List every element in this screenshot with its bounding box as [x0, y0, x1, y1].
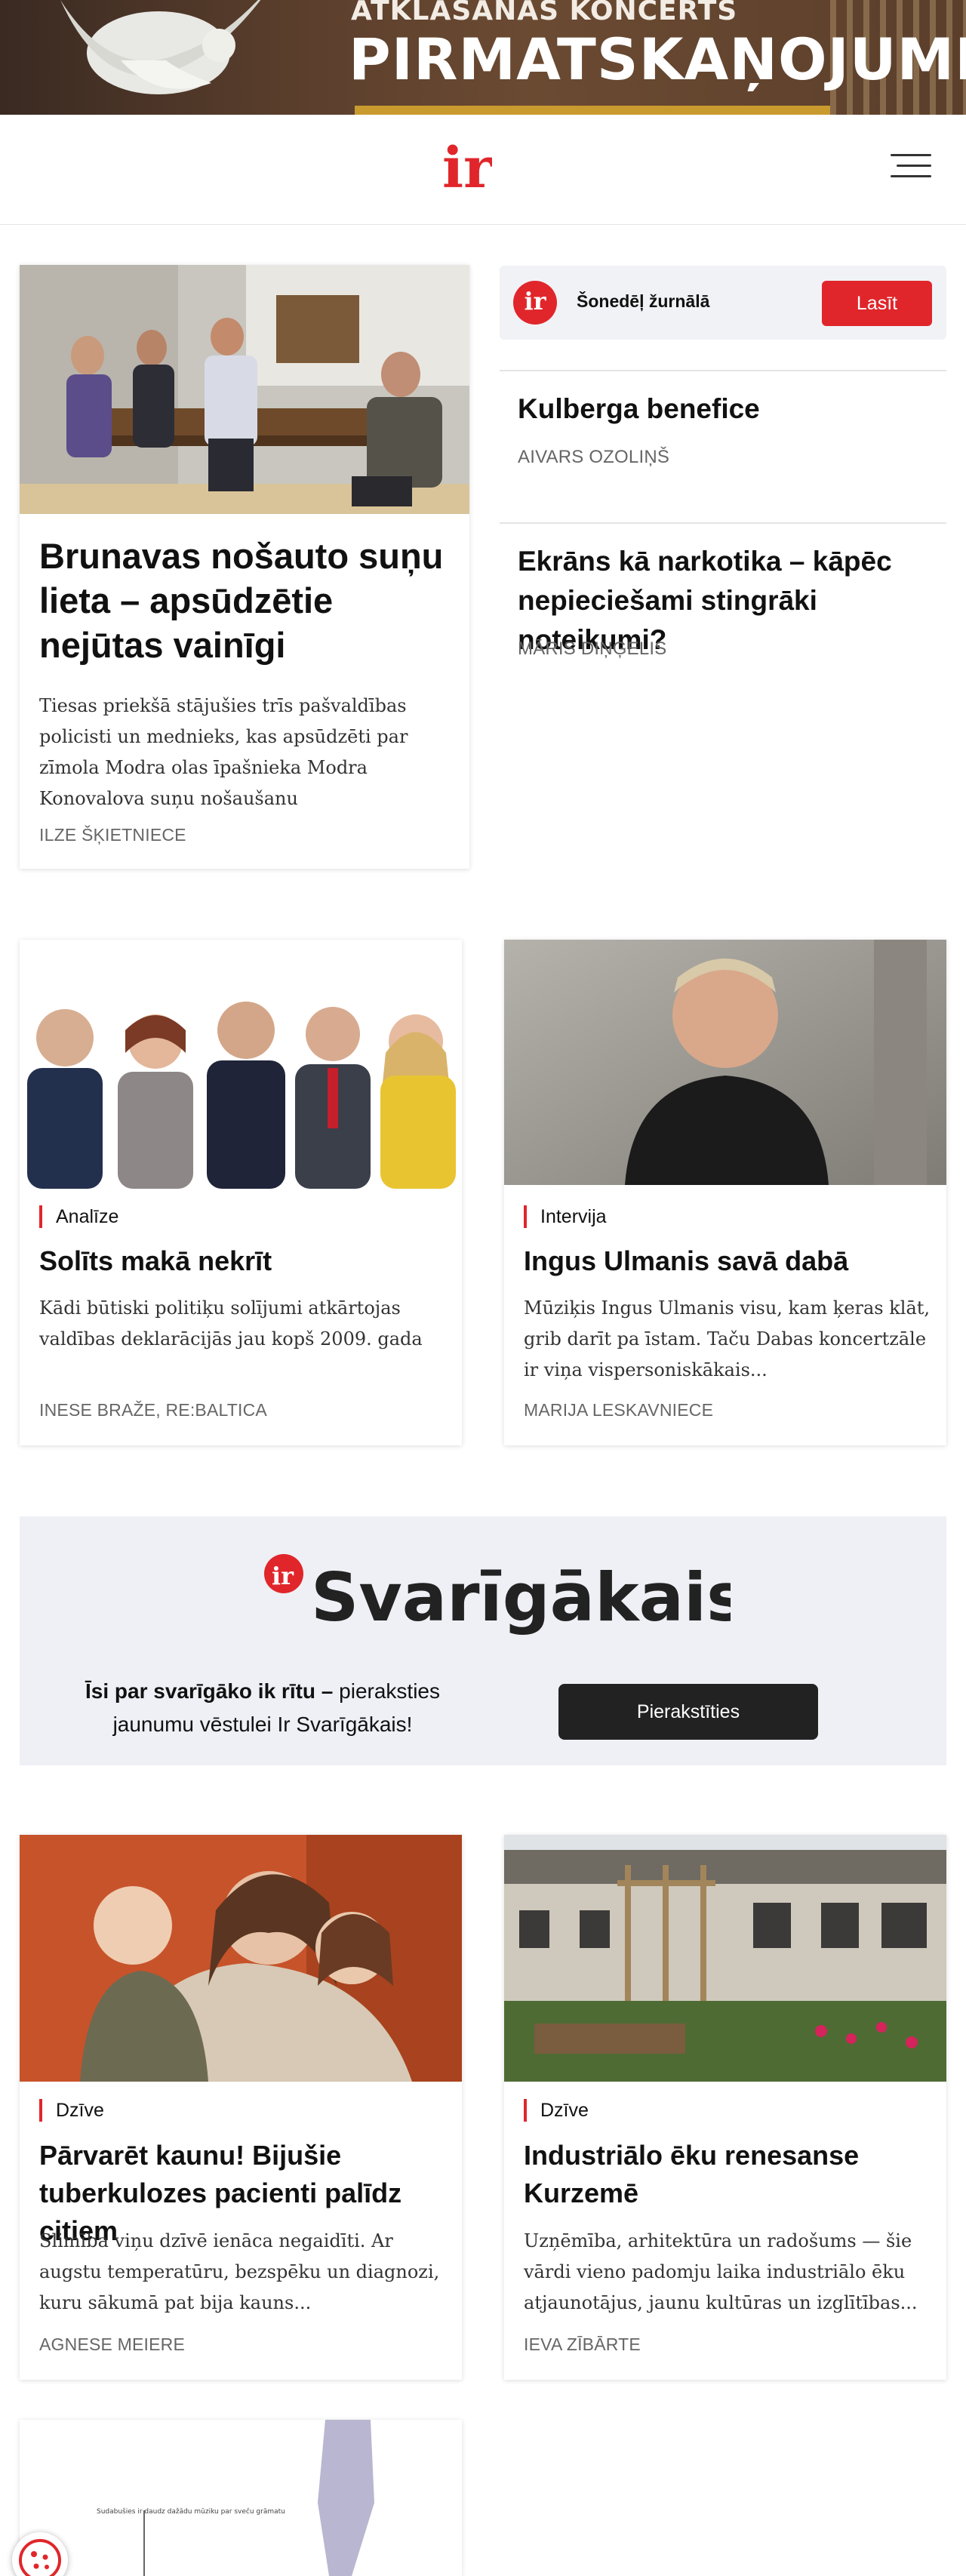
article-category[interactable]: Intervija [524, 1205, 607, 1228]
svg-text:ir: ir [272, 1562, 294, 1590]
menu-line [897, 165, 931, 167]
article-category[interactable]: Dzīve [39, 2099, 104, 2122]
dove-illustration [60, 0, 261, 94]
lead-article-author[interactable]: ILZE ŠĶIETNIECE [39, 825, 186, 845]
banner-stripe [355, 106, 830, 115]
article-headline[interactable]: Industriālo ēku renesanse Kurzemē [524, 2137, 931, 2212]
article-lead: Mūziķis Ingus Ulmanis visu, kam ķeras kl… [524, 1297, 931, 1380]
ir-logo[interactable]: ir [439, 137, 492, 198]
article-author[interactable]: INESE BRAŽE, RE:BALTICA [39, 1400, 267, 1420]
sidebar-article[interactable]: Ekrāns kā narkotika – kāpēc nepieciešami… [500, 522, 946, 696]
svg-text:ir: ir [442, 137, 492, 198]
site-header: ir [0, 115, 966, 225]
article-card[interactable]: Analīze Solīts makā nekrīt Kādi būtiski … [20, 940, 462, 1445]
article-image-industrial-buildings [504, 1835, 946, 2082]
banner-title: PIRMATSKAŅOJUMI [349, 26, 966, 93]
article-headline[interactable]: Ingus Ulmanis savā dabā [524, 1243, 931, 1279]
read-journal-button[interactable]: Lasīt [822, 281, 932, 326]
subscribe-button[interactable]: Pierakstīties [558, 1684, 818, 1740]
menu-line [891, 175, 931, 177]
article-image-infographic: Sudabušies ir daudz dažādu mūziku par sv… [20, 2420, 462, 2576]
sidebar-article-headline[interactable]: Kulberga benefice [518, 389, 940, 429]
lead-article-headline[interactable]: Brunavas nošauto suņu lieta – apsūdzētie… [39, 534, 454, 667]
article-image-mother-children [20, 1835, 462, 2082]
article-card[interactable]: Dzīve Pārvarēt kaunu! Bijušie tuberkuloz… [20, 1835, 462, 2380]
svarigakais-logo: ir Svarīgākais [264, 1554, 731, 1636]
article-lead: Slimība viņu dzīvē ienāca negaidīti. Ar … [39, 2230, 440, 2313]
newsletter-text: Īsi par svarīgāko ik rītu – pieraksties … [51, 1675, 474, 1741]
article-category[interactable]: Dzīve [524, 2099, 589, 2122]
lead-article-card[interactable]: Brunavas nošauto suņu lieta – apsūdzētie… [20, 265, 469, 869]
article-card[interactable]: Intervija Ingus Ulmanis savā dabā Mūziķi… [504, 940, 946, 1445]
cookie-settings-button[interactable] [12, 2532, 68, 2576]
sidebar-article[interactable]: Kulberga benefice AIVARS OZOLIŅŠ [500, 370, 946, 521]
article-author[interactable]: IEVA ZĪBĀRTE [524, 2334, 641, 2355]
svg-text:Svarīgākais: Svarīgākais [311, 1559, 731, 1636]
sidebar-article-author[interactable]: MĀRIS DIŅĢELIS [518, 639, 667, 660]
weekly-journal-box: ir Šonedēļ žurnālā Lasīt [500, 266, 946, 340]
lead-article-image [20, 265, 469, 514]
lead-article-lead: Tiesas priekšā stājušies trīs pašvaldība… [39, 695, 408, 809]
article-author[interactable]: MARIJA LESKAVNIECE [524, 1400, 713, 1420]
article-image-politicians [20, 940, 462, 1189]
banner-pretitle: ATKLĀŠANAS KONCERTS [351, 0, 738, 26]
hamburger-menu-icon[interactable] [891, 154, 931, 184]
article-card-partial[interactable]: Sudabušies ir daudz dažādu mūziku par sv… [20, 2420, 462, 2576]
cookie-icon [19, 2539, 61, 2576]
top-banner-ad[interactable]: ATKLĀŠANAS KONCERTS PIRMATSKAŅOJUMI [0, 0, 966, 115]
article-category[interactable]: Analīze [39, 1205, 118, 1228]
newsletter-text-bold: Īsi par svarīgāko ik rītu – [85, 1679, 334, 1703]
article-card[interactable]: Dzīve Industriālo ēku renesanse Kurzemē … [504, 1835, 946, 2380]
menu-line [891, 154, 931, 156]
newsletter-promo: ir Svarīgākais Īsi par svarīgāko ik rītu… [20, 1516, 946, 1765]
ir-badge-icon: ir [513, 281, 557, 325]
article-headline[interactable]: Solīts makā nekrīt [39, 1243, 447, 1279]
article-author[interactable]: AGNESE MEIERE [39, 2334, 185, 2355]
article-lead: Kādi būtiski politiķu solījumi atkārtoja… [39, 1297, 423, 1350]
svg-text:Sudabušies ir daudz dažādu mūz: Sudabušies ir daudz dažādu mūziku par sv… [97, 2507, 285, 2516]
journal-label: Šonedēļ žurnālā [577, 291, 710, 311]
article-lead: Uzņēmība, arhitektūra un radošums — šie … [524, 2230, 918, 2313]
sidebar-article-author[interactable]: AIVARS OZOLIŅŠ [518, 447, 669, 468]
article-image-ingus-ulmanis [504, 940, 946, 1185]
